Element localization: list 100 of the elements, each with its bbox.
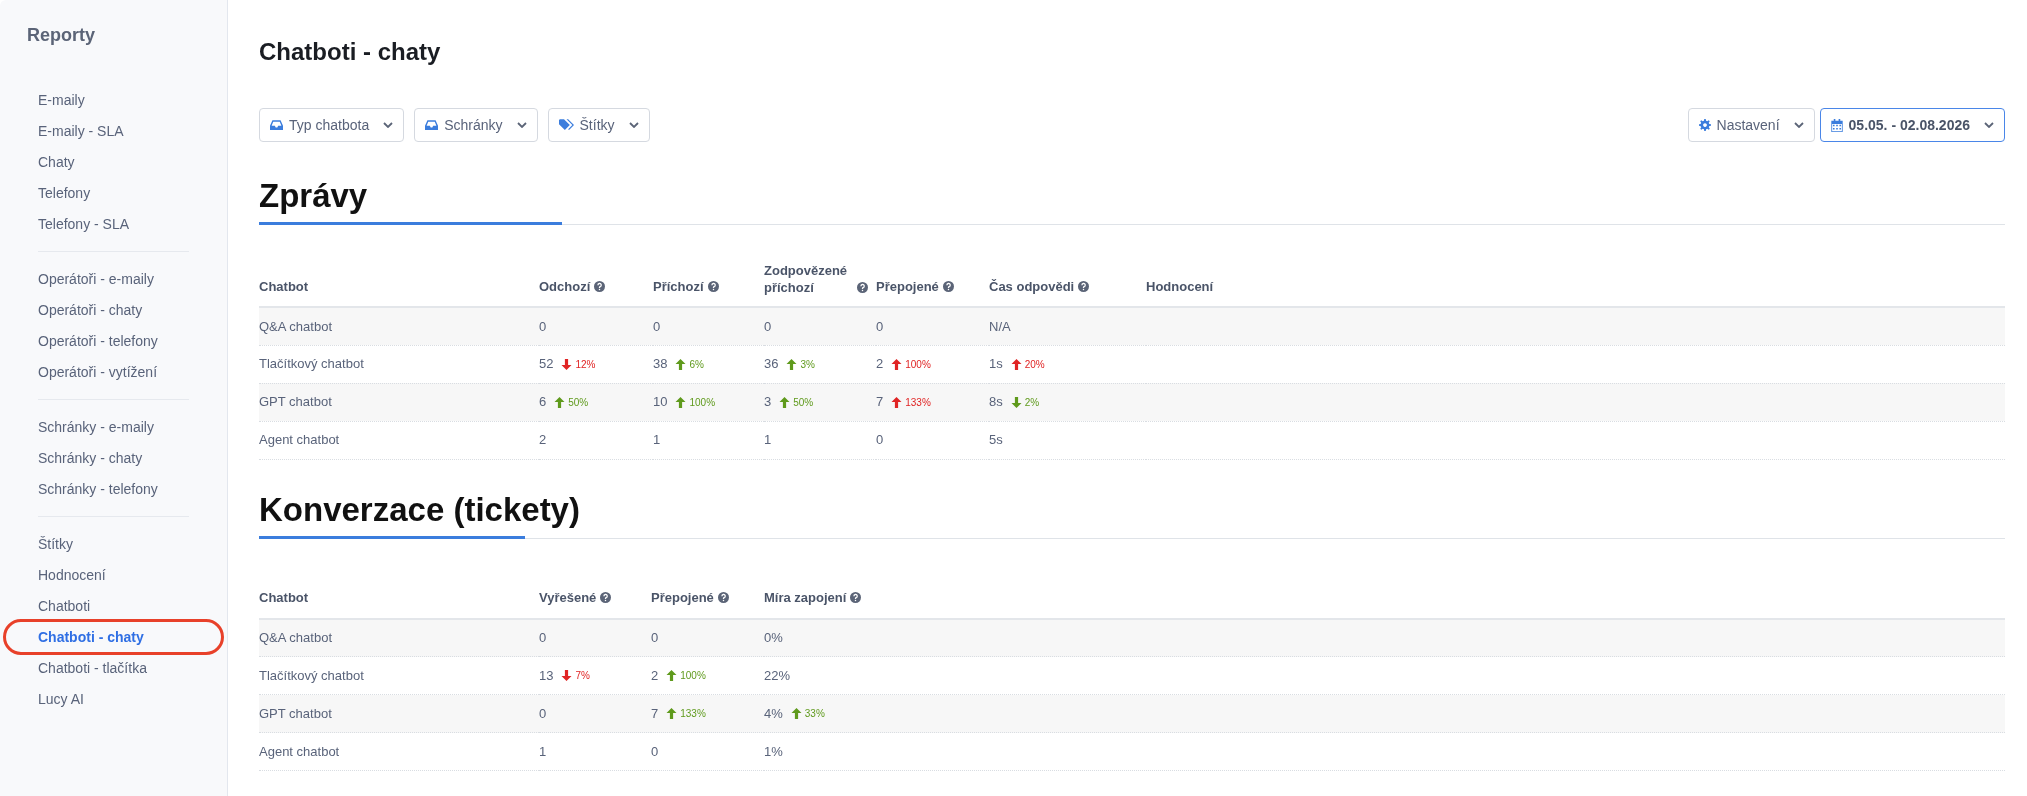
dropdown-button[interactable]: Typ chatbota: [259, 108, 405, 142]
sidebar-item[interactable]: Operátoři - telefony: [0, 328, 227, 354]
dropdown-button[interactable]: Nastavení: [1687, 108, 1815, 142]
change-percent: 50%: [568, 395, 589, 410]
dropdown-button[interactable]: 05.05. - 02.08.2026: [1819, 108, 2005, 142]
table-cell-text: N/A: [989, 317, 1011, 336]
sidebar-title: Reporty: [26, 24, 96, 47]
change-percent: 100%: [905, 357, 931, 372]
caret-icon: [516, 122, 527, 128]
change-percent: 6%: [689, 357, 704, 372]
column-header: Přepojené: [651, 589, 714, 606]
tags-icon: [558, 119, 574, 131]
section-title: Konverzace (tickety): [259, 489, 581, 530]
sidebar-item[interactable]: Hodnocení: [0, 562, 227, 588]
table-cell-text: 3: [764, 393, 772, 412]
table-cell-text: 0: [876, 317, 884, 336]
change-percent: 50%: [793, 395, 814, 410]
sidebar-item[interactable]: Schránky - telefony: [0, 476, 227, 502]
sidebar-item[interactable]: E-maily - SLA: [0, 118, 227, 144]
caret-icon: [383, 122, 394, 128]
table-cell-text: 0: [653, 317, 661, 336]
change-percent: 20%: [1024, 357, 1045, 372]
table-cell-text: 13: [539, 666, 554, 685]
sidebar-item[interactable]: Chatboti: [0, 593, 227, 619]
sidebar-item[interactable]: Telefony: [0, 180, 227, 206]
table-cell-text: Agent chatbot: [259, 431, 340, 450]
table-cell-text: 7: [876, 393, 884, 412]
table-cell-text: 7: [651, 704, 659, 723]
table-cell-text: 1s: [989, 355, 1003, 374]
change-percent: 3%: [800, 357, 815, 372]
section-title: Zprávy: [259, 176, 369, 216]
change-percent: 7%: [575, 669, 590, 683]
table-cell-text: 0: [539, 629, 547, 647]
table-cell-text: 2: [876, 355, 884, 374]
sidebar-item[interactable]: Lucy AI: [0, 686, 227, 712]
sidebar-item[interactable]: Schránky - e-maily: [0, 414, 227, 440]
table-cell-text: 0: [539, 704, 547, 723]
sidebar-item[interactable]: E-maily: [0, 87, 227, 113]
table-cell-text: 38: [653, 355, 668, 374]
table-cell-text: Agent chatbot: [259, 742, 340, 761]
caret-icon: [628, 122, 639, 128]
caret-icon: [1984, 122, 1994, 128]
table-cell-text: 1%: [764, 742, 783, 761]
table-cell-text: 2: [539, 431, 547, 450]
table-cell-text: 6: [539, 393, 547, 412]
table-cell-text: GPT chatbot: [259, 704, 332, 723]
table-cell-text: 1: [764, 431, 772, 450]
sidebar-item[interactable]: Operátoři - e-maily: [0, 266, 227, 292]
table-cell-text: 0: [651, 742, 659, 761]
table-cell-text: 0%: [764, 629, 783, 647]
change-percent: 33%: [804, 707, 825, 721]
table-cell-text: 10: [653, 393, 668, 412]
change-percent: 133%: [680, 707, 706, 721]
table-cell-text: 36: [764, 355, 779, 374]
dropdown-button[interactable]: Štítky: [547, 108, 650, 142]
change-percent: 100%: [680, 669, 706, 683]
table-cell-text: 8s: [989, 393, 1003, 412]
calendar-icon: [1830, 118, 1843, 132]
table-cell-text: 5s: [989, 431, 1003, 450]
column-header: Míra zapojení: [764, 589, 847, 606]
column-header: Přepojené: [876, 277, 939, 295]
sidebar-item[interactable]: Chaty: [0, 149, 227, 175]
sidebar-item[interactable]: Chatboti - chaty: [0, 624, 227, 650]
table-cell-text: Q&A chatbot: [259, 629, 332, 647]
sidebar-item[interactable]: Operátoři - chaty: [0, 297, 227, 323]
table-cell-text: 52: [539, 355, 554, 374]
dropdown-button[interactable]: Schránky: [414, 108, 538, 142]
table-cell-text: Tlačítkový chatbot: [259, 666, 364, 685]
table-cell-text: 0: [764, 317, 772, 336]
column-header: Čas odpovědi: [989, 277, 1075, 295]
settings-icon: [1698, 119, 1711, 131]
change-percent: 133%: [905, 395, 931, 410]
table-cell-text: 0: [651, 629, 659, 647]
table-cell-text: 1: [539, 742, 547, 761]
sidebar-item[interactable]: Operátoři - vytížení: [0, 359, 227, 385]
table-cell-text: 22%: [764, 666, 791, 685]
table-cell-text: 0: [539, 317, 547, 336]
sidebar-item[interactable]: Schránky - chaty: [0, 445, 227, 471]
sidebar-item[interactable]: Štítky: [0, 531, 227, 557]
inbox-icon: [270, 119, 283, 131]
column-header: Chatbot: [259, 589, 309, 606]
change-percent: 2%: [1024, 395, 1040, 410]
column-header: Odchozí: [539, 277, 591, 295]
page-title: Chatboti - chaty: [259, 37, 442, 67]
caret-icon: [1793, 122, 1804, 128]
column-header: Zodpovězené příchozí: [764, 262, 849, 296]
table-cell-text: Q&A chatbot: [259, 317, 332, 336]
sidebar-item[interactable]: Telefony - SLA: [0, 211, 227, 237]
table-cell-text: 1: [653, 431, 661, 450]
table-cell-text: 2: [651, 666, 659, 685]
sidebar-item[interactable]: Chatboti - tlačítka: [0, 655, 227, 681]
change-percent: 12%: [575, 357, 596, 372]
column-header: Chatbot: [259, 277, 309, 295]
table-cell-text: 4%: [764, 704, 783, 723]
change-percent: 100%: [689, 395, 716, 410]
table-cell-text: GPT chatbot: [259, 393, 332, 412]
column-header: Hodnocení: [1146, 277, 1214, 295]
table-cell-text: Tlačítkový chatbot: [259, 355, 364, 374]
column-header: Příchozí: [653, 277, 704, 295]
inbox-icon: [425, 119, 439, 131]
